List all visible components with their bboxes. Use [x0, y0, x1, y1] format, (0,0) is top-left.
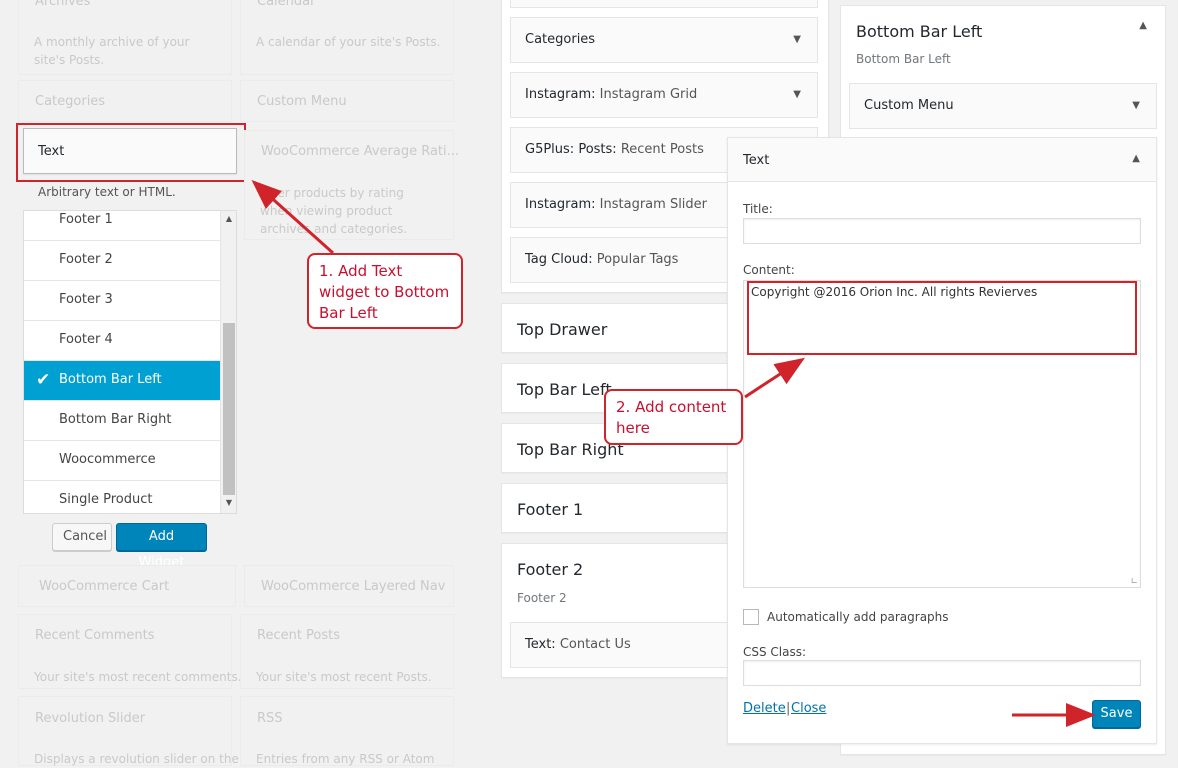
widget-revolution-slider-desc: Displays a revolution slider on the [34, 752, 239, 766]
auto-paragraphs-checkbox[interactable] [743, 609, 759, 625]
widget-woo-layered-title: WooCommerce Layered Nav [261, 579, 446, 594]
chooser-item-label: Bottom Bar Right [59, 412, 172, 427]
chooser-item-footer-1[interactable]: Footer 1 [24, 211, 220, 241]
widget-row-subtitle: Popular Tags [596, 252, 679, 267]
content-label: Content: [743, 263, 795, 277]
widget-row-title: Tag Cloud: [525, 252, 593, 267]
widget-calendar-desc: A calendar of your site's Posts. [256, 35, 441, 49]
chooser-item-label: Woocommerce [59, 452, 156, 467]
checkmark-icon: ✔ [36, 370, 51, 390]
widget-recent-posts-desc: Your site's most recent Posts. [256, 670, 432, 684]
chooser-scrollbar[interactable]: ▲ ▼ [220, 211, 236, 513]
text-widget-form: Text ▲ Title: Content: Copyright @2016 O… [727, 137, 1157, 744]
text-widget-desc: Arbitrary text or HTML. [38, 185, 176, 199]
save-button[interactable]: Save [1092, 700, 1141, 728]
chooser-item-footer-4[interactable]: Footer 4 [24, 321, 220, 361]
collapse-arrow-icon[interactable]: ▲ [1139, 20, 1147, 31]
widget-rss-desc: Entries from any RSS or Atom [256, 752, 435, 766]
widget-calendar-title: Calendar [257, 0, 316, 9]
cancel-button[interactable]: Cancel [52, 523, 112, 551]
widget-recent-comments-desc: Your site's most recent comments. [34, 670, 242, 684]
widget-row-subtitle: Instagram Slider [599, 197, 708, 212]
title-label: Title: [743, 202, 773, 216]
widget-recent-comments-title: Recent Comments [35, 628, 155, 643]
link-separator: | [786, 701, 791, 716]
scroll-thumb[interactable] [223, 323, 235, 495]
scroll-down-icon[interactable]: ▼ [221, 498, 236, 507]
widget-row-instagram-grid[interactable]: Instagram: Instagram Grid ▼ [510, 72, 818, 118]
widget-row-title: Instagram: [525, 197, 596, 212]
chooser-list: Footer 1 Footer 2 Footer 3 Footer 4 ✔ Bo… [24, 211, 220, 513]
widget-row-title: Custom Menu [864, 98, 954, 113]
sidebar-title: Top Drawer [517, 320, 608, 339]
sidebar-title: Bottom Bar Left [856, 22, 983, 41]
widget-row-title: Categories [525, 32, 596, 47]
caret-down-icon[interactable]: ▼ [793, 73, 801, 117]
chooser-item-woocommerce[interactable]: Woocommerce [24, 441, 220, 481]
chooser-item-footer-2[interactable]: Footer 2 [24, 241, 220, 281]
css-class-label: CSS Class: [743, 645, 807, 659]
annotation-step-1: 1. Add Text widget to Bottom Bar Left [307, 253, 463, 329]
close-link[interactable]: Close [791, 701, 826, 716]
widget-archives-desc: A monthly archive of your site's Posts. [34, 35, 190, 67]
sidebar-title: Footer 2 [517, 560, 584, 579]
collapse-arrow-icon[interactable]: ▲ [1132, 153, 1140, 164]
auto-paragraphs-label[interactable]: Automatically add paragraphs [767, 610, 949, 624]
widget-row-title: Instagram: [525, 87, 596, 102]
form-header[interactable]: Text ▲ [728, 138, 1156, 182]
widget-row-subtitle: Instagram Grid [599, 87, 698, 102]
widget-revolution-slider-title: Revolution Slider [35, 711, 146, 726]
sidebar-title: Top Bar Left [517, 380, 612, 399]
form-header-title: Text [743, 153, 770, 168]
widget-categories-title: Categories [35, 94, 106, 109]
annotation-step-2: 2. Add content here [604, 389, 743, 445]
css-class-input[interactable] [743, 660, 1141, 686]
widget-row-title: G5Plus: Posts: [525, 142, 617, 157]
widget-woo-cart-title: WooCommerce Cart [39, 579, 170, 594]
chooser-item-label: Single Product [59, 492, 153, 507]
resize-handle-icon[interactable]: ∟ [1130, 577, 1138, 587]
widget-recent-posts-title: Recent Posts [257, 628, 341, 643]
chooser-item-footer-3[interactable]: Footer 3 [24, 281, 220, 321]
chooser-item-label: Footer 1 [59, 212, 113, 227]
chooser-item-bottom-bar-right[interactable]: Bottom Bar Right [24, 401, 220, 441]
chooser-item-label: Bottom Bar Left [59, 372, 162, 387]
widget-row-subtitle: Contact Us [559, 637, 631, 652]
widget-custom-menu-title: Custom Menu [257, 94, 347, 109]
widget-archives-title: Archives [35, 0, 91, 9]
chooser-item-label: Footer 4 [59, 332, 113, 347]
sidebar-chooser: Footer 1 Footer 2 Footer 3 Footer 4 ✔ Bo… [23, 210, 237, 514]
chooser-item-single-product[interactable]: Single Product [24, 481, 220, 513]
widget-woo-avg-rating-title: WooCommerce Average Rati... [261, 144, 460, 159]
text-widget-title: Text [38, 144, 65, 159]
widget-woo-avg-rating-desc: Filter products by rating when viewing p… [260, 186, 408, 236]
sidebar-title: Footer 1 [517, 500, 584, 519]
chooser-item-bottom-bar-left[interactable]: ✔ Bottom Bar Left [24, 361, 220, 401]
delete-link[interactable]: Delete [743, 701, 786, 716]
chooser-item-label: Footer 2 [59, 252, 113, 267]
widget-row-categories[interactable]: Categories ▼ [510, 17, 818, 63]
sidebar-description: Footer 2 [517, 591, 567, 605]
title-input[interactable] [743, 218, 1141, 244]
add-widget-button[interactable]: Add Widget [116, 523, 207, 570]
widget-row-custom-menu[interactable]: Custom Menu ▼ [849, 83, 1157, 129]
caret-down-icon[interactable]: ▼ [793, 18, 801, 62]
content-highlight [747, 281, 1137, 355]
widget-rss-title: RSS [257, 711, 283, 726]
chooser-item-label: Footer 3 [59, 292, 113, 307]
widget-row-empty [510, 0, 818, 8]
sidebar-description: Bottom Bar Left [856, 52, 951, 66]
caret-down-icon[interactable]: ▼ [1132, 84, 1140, 128]
text-widget[interactable]: Text [23, 128, 237, 174]
scroll-up-icon[interactable]: ▲ [221, 214, 236, 223]
widget-row-subtitle: Recent Posts [620, 142, 704, 157]
widget-row-title: Text: [525, 637, 556, 652]
